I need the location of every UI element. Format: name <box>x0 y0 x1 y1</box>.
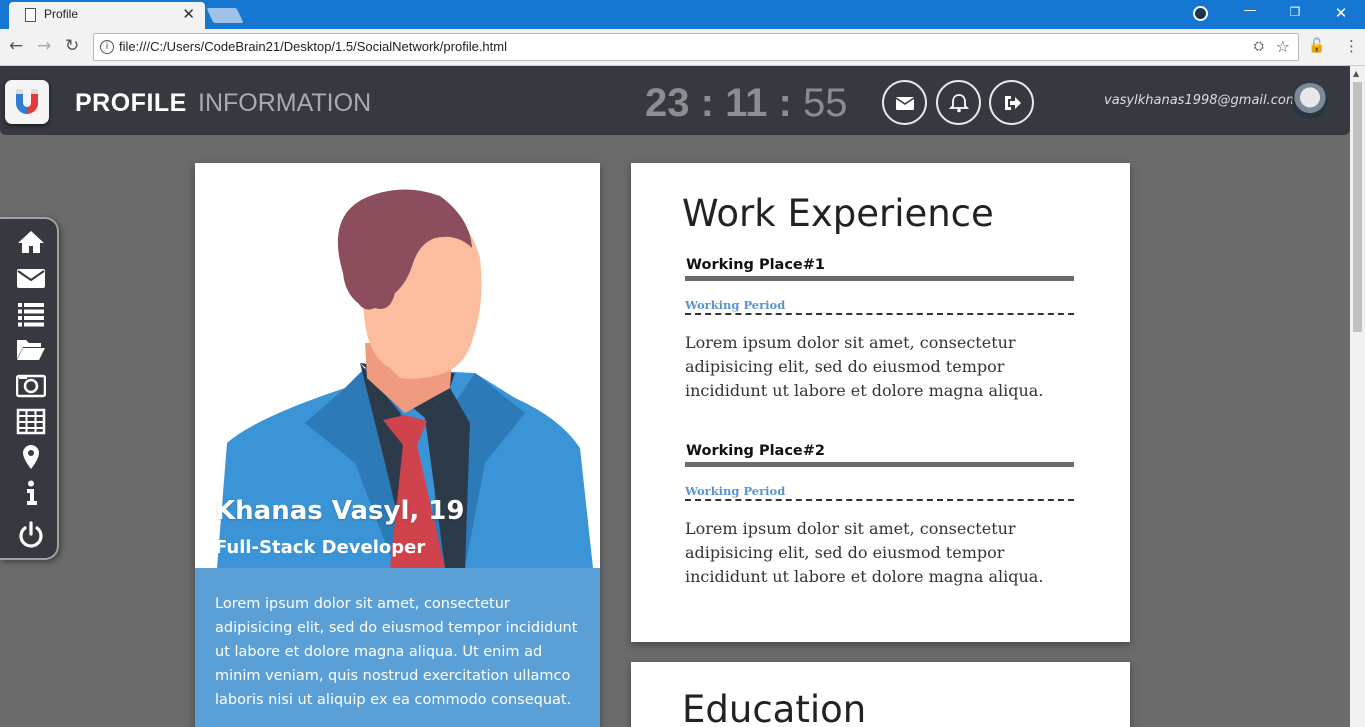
camera-icon[interactable] <box>16 371 46 399</box>
job-period: Working Period <box>685 484 786 498</box>
address-bar: ← → ↻ i file:///C:/Users/CodeBrain21/Des… <box>0 29 1365 66</box>
work-experience-title: Work Experience <box>682 192 994 235</box>
divider <box>685 276 1074 281</box>
browser-menu-icon[interactable]: ⋮ <box>1344 37 1359 55</box>
logout-button[interactable] <box>989 80 1034 125</box>
job-place: Working Place#1 <box>686 257 826 273</box>
envelope-icon <box>895 97 915 110</box>
clock-sep-1: : <box>700 81 714 125</box>
list-icon[interactable] <box>16 300 46 328</box>
scroll-up-icon[interactable]: ▲ <box>1353 69 1359 78</box>
bell-icon <box>948 94 970 113</box>
scroll-thumb[interactable] <box>1353 82 1362 332</box>
tab-title: Profile <box>44 7 79 21</box>
user-email[interactable]: vasylkhanas1998@gmail.com <box>1104 93 1299 108</box>
close-tab-icon[interactable]: ✕ <box>182 5 195 23</box>
info-icon[interactable]: i <box>100 40 114 54</box>
url-text[interactable]: file:///C:/Users/CodeBrain21/Desktop/1.5… <box>119 39 507 54</box>
clock: 23 : 11 : 55 <box>645 81 847 126</box>
clock-sep-2: : <box>778 81 792 125</box>
map-marker-icon[interactable] <box>16 443 46 471</box>
avatar[interactable] <box>1292 83 1328 119</box>
messages-button[interactable] <box>882 80 927 125</box>
folder-open-icon[interactable] <box>16 335 46 363</box>
clock-minutes: 11 <box>725 81 768 125</box>
table-icon[interactable] <box>16 407 46 435</box>
page-scrollbar[interactable]: ▲ <box>1350 66 1365 727</box>
translate-icon[interactable]: ⛭ <box>1254 39 1264 54</box>
user-profile-icon[interactable] <box>1193 6 1208 21</box>
minimize-icon[interactable]: — <box>1240 3 1260 18</box>
notifications-button[interactable] <box>936 80 981 125</box>
new-tab-button[interactable] <box>206 8 244 23</box>
browser-titlebar: Profile ✕ — ❐ ✕ <box>0 0 1365 29</box>
divider <box>685 462 1074 467</box>
clock-hours: 23 <box>645 81 690 125</box>
clock-seconds: 55 <box>802 81 848 125</box>
browser-tab[interactable]: Profile ✕ <box>9 2 205 29</box>
work-experience-card: Work Experience Working Place#1 Working … <box>631 163 1130 642</box>
extension-icon[interactable]: 🔓 <box>1308 38 1325 54</box>
page-title: PROFILE <box>75 89 187 117</box>
power-icon[interactable] <box>16 521 46 549</box>
close-window-icon[interactable]: ✕ <box>1331 4 1351 22</box>
info-icon[interactable] <box>16 479 46 507</box>
restore-icon[interactable]: ❐ <box>1285 5 1305 19</box>
profile-card: Khanas Vasyl, 19 Full-Stack Developer Lo… <box>195 163 600 727</box>
url-input[interactable]: i file:///C:/Users/CodeBrain21/Desktop/1… <box>93 33 1299 61</box>
divider <box>685 313 1074 315</box>
job-description: Lorem ipsum dolor sit amet, consectetur … <box>685 519 1044 586</box>
side-navigation <box>0 217 59 560</box>
page-subtitle: INFORMATION <box>198 89 372 117</box>
home-icon[interactable] <box>16 228 46 256</box>
job-entry: Working Place#1 Working Period Lorem ips… <box>685 257 1074 403</box>
job-period: Working Period <box>685 298 786 312</box>
forward-icon[interactable]: → <box>37 36 51 56</box>
divider <box>685 499 1074 501</box>
education-title: Education <box>682 688 867 727</box>
envelope-icon[interactable] <box>16 264 46 292</box>
education-card: Education <box>631 662 1130 727</box>
profile-name: Khanas Vasyl, 19 <box>215 496 465 526</box>
job-description: Lorem ipsum dolor sit amet, consectetur … <box>685 333 1044 400</box>
profile-bio: Lorem ipsum dolor sit amet, consectetur … <box>195 568 600 727</box>
sign-out-icon <box>1005 96 1021 110</box>
back-icon[interactable]: ← <box>9 36 23 56</box>
magnet-logo-icon[interactable] <box>5 80 49 124</box>
job-place: Working Place#2 <box>686 443 826 459</box>
page-icon <box>25 8 36 22</box>
profile-role: Full-Stack Developer <box>215 537 426 558</box>
job-entry: Working Place#2 Working Period Lorem ips… <box>685 443 1074 589</box>
reload-icon[interactable]: ↻ <box>65 36 79 56</box>
site-header: PROFILE INFORMATION 23 : 11 : 55 vasylkh… <box>0 66 1350 135</box>
bookmark-star-icon[interactable]: ☆ <box>1276 37 1290 56</box>
